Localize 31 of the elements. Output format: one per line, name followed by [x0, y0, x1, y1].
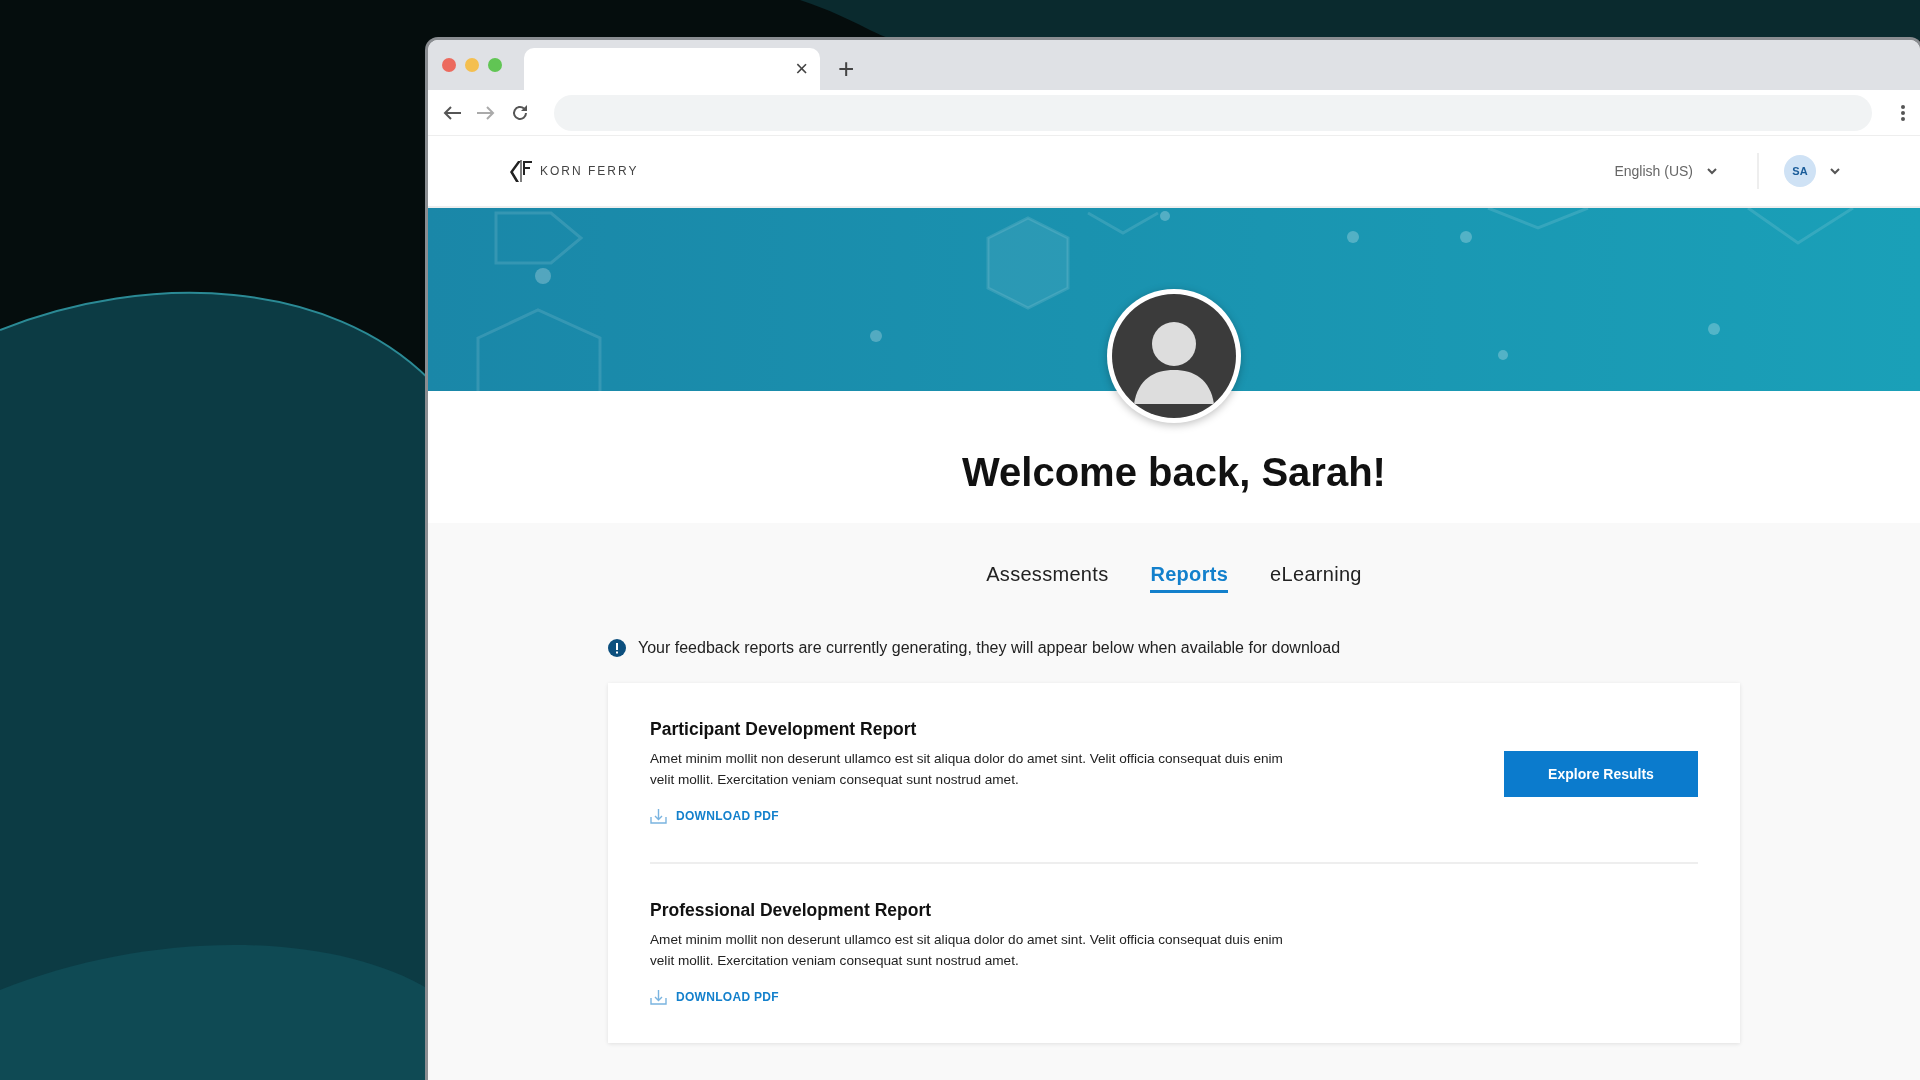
report-description: Amet minim mollit non deserunt ullamco est sit aliqua dolor do amet sint. Velit officia consequat duis enim velit mollit. Exercitation veniam consequat sunt nostrud amet. — [650, 750, 1284, 789]
chevron-down-icon — [1707, 167, 1717, 175]
info-icon — [608, 639, 626, 657]
report-title: Professional Development Report — [650, 900, 933, 921]
download-icon — [650, 808, 667, 824]
nav-tab[interactable]: Assessments — [986, 563, 1109, 593]
report-title: Participant Development Report — [650, 719, 918, 740]
report-description: Amet minim mollit non deserunt ullamco est sit aliqua dolor do amet sint. Velit officia consequat duis enim velit mollit. Exercitation veniam consequat sunt nostrud amet. — [650, 931, 1284, 970]
nav-tab[interactable]: Reports — [1150, 563, 1229, 593]
maximize-window-icon[interactable] — [488, 58, 502, 72]
logo-icon — [508, 158, 534, 184]
more-options-icon[interactable] — [1900, 103, 1906, 122]
close-window-icon[interactable] — [442, 58, 456, 72]
info-message: Your feedback reports are currently generating, they will appear below when available for download — [638, 639, 1341, 657]
download-pdf-link[interactable]: DOWNLOAD PDF — [650, 989, 779, 1005]
back-icon[interactable] — [442, 104, 462, 121]
language-selector[interactable]: English (US) — [1614, 163, 1717, 179]
close-tab-icon[interactable]: × — [795, 58, 808, 80]
minimize-window-icon[interactable] — [465, 58, 479, 72]
user-menu[interactable]: SA — [1784, 155, 1840, 187]
download-icon — [650, 989, 667, 1005]
user-avatar: SA — [1784, 155, 1816, 187]
company-logo[interactable]: KORN FERRY — [508, 158, 639, 184]
new-tab-icon[interactable]: + — [838, 55, 855, 83]
chevron-down-icon — [1830, 167, 1840, 175]
forward-icon[interactable] — [476, 104, 496, 121]
nav-tab[interactable]: eLearning — [1270, 563, 1362, 593]
browser-tab[interactable]: × — [524, 48, 820, 90]
explore-results-button[interactable]: Explore Results — [1504, 750, 1698, 797]
welcome-heading: Welcome back, Sarah! — [962, 450, 1386, 495]
download-pdf-link[interactable]: DOWNLOAD PDF — [650, 808, 779, 824]
